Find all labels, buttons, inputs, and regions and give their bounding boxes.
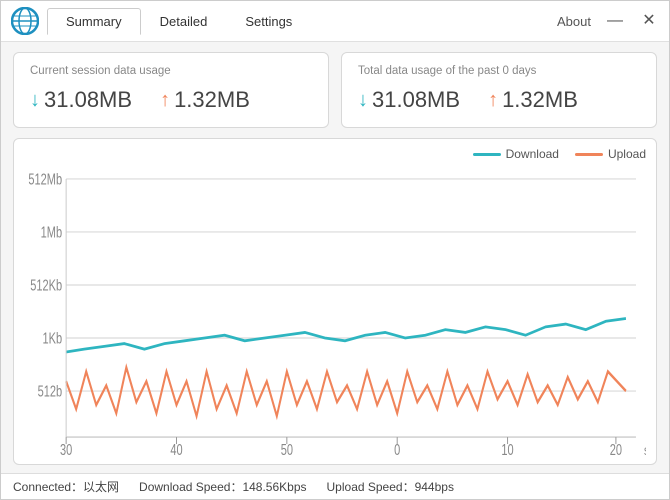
close-button[interactable]: ✕ xyxy=(639,13,659,29)
tab-settings[interactable]: Settings xyxy=(226,8,311,35)
session-data-card: Current session data usage ↓ 31.08MB ↑ 1… xyxy=(13,52,329,128)
cards-row: Current session data usage ↓ 31.08MB ↑ 1… xyxy=(13,52,657,128)
tabs: Summary Detailed Settings xyxy=(47,8,311,35)
app-icon xyxy=(11,7,39,35)
app-window: Summary Detailed Settings About — ✕ Curr… xyxy=(0,0,670,500)
chart-svg: 512Mb 1Mb 512Kb 1Kb 512b xyxy=(24,165,646,458)
svg-text:1Kb: 1Kb xyxy=(42,330,62,347)
total-download-value: 31.08MB xyxy=(372,87,460,113)
svg-text:50: 50 xyxy=(281,441,293,458)
session-upload: ↑ 1.32MB xyxy=(160,87,250,113)
svg-text:20: 20 xyxy=(610,441,622,458)
session-upload-value: 1.32MB xyxy=(174,87,250,113)
about-link[interactable]: About xyxy=(557,14,591,29)
chart-container: 512Mb 1Mb 512Kb 1Kb 512b xyxy=(24,165,646,458)
minimize-button[interactable]: — xyxy=(605,13,625,29)
svg-text:512Mb: 512Mb xyxy=(28,171,62,188)
chart-area: Download Upload 512Mb 1Mb 512Kb 1Kb 512b xyxy=(13,138,657,465)
tab-summary[interactable]: Summary xyxy=(47,8,141,35)
upload-arrow-icon: ↑ xyxy=(160,89,170,112)
legend-upload-line xyxy=(575,153,603,156)
legend-download-label: Download xyxy=(506,147,559,161)
total-download: ↓ 31.08MB xyxy=(358,87,460,113)
total-card-title: Total data usage of the past 0 days xyxy=(358,65,640,77)
download-arrow-icon: ↓ xyxy=(30,89,40,112)
status-connected: Connected：以太网 xyxy=(13,478,119,495)
svg-text:0: 0 xyxy=(394,441,400,458)
total-card-values: ↓ 31.08MB ↑ 1.32MB xyxy=(358,87,640,113)
session-download-value: 31.08MB xyxy=(44,87,132,113)
session-download: ↓ 31.08MB xyxy=(30,87,132,113)
total-upload: ↑ 1.32MB xyxy=(488,87,578,113)
total-data-card: Total data usage of the past 0 days ↓ 31… xyxy=(341,52,657,128)
title-bar: Summary Detailed Settings About — ✕ xyxy=(1,1,669,42)
status-download-speed: Download Speed：148.56Kbps xyxy=(139,478,306,495)
svg-text:1Mb: 1Mb xyxy=(41,224,62,241)
svg-text:512b: 512b xyxy=(38,383,63,400)
svg-text:10: 10 xyxy=(501,441,513,458)
main-content: Current session data usage ↓ 31.08MB ↑ 1… xyxy=(1,42,669,473)
chart-legend: Download Upload xyxy=(24,147,646,161)
svg-text:40: 40 xyxy=(170,441,182,458)
legend-upload: Upload xyxy=(575,147,646,161)
legend-download-line xyxy=(473,153,501,156)
session-card-title: Current session data usage xyxy=(30,65,312,77)
total-download-arrow-icon: ↓ xyxy=(358,89,368,112)
legend-upload-label: Upload xyxy=(608,147,646,161)
tab-detailed[interactable]: Detailed xyxy=(141,8,227,35)
svg-text:s: s xyxy=(644,443,646,458)
total-upload-value: 1.32MB xyxy=(502,87,578,113)
title-bar-right: About — ✕ xyxy=(557,13,659,29)
legend-download: Download xyxy=(473,147,559,161)
total-upload-arrow-icon: ↑ xyxy=(488,89,498,112)
download-line xyxy=(66,318,626,351)
svg-text:512Kb: 512Kb xyxy=(30,277,62,294)
status-bar: Connected：以太网 Download Speed：148.56Kbps … xyxy=(1,473,669,499)
session-card-values: ↓ 31.08MB ↑ 1.32MB xyxy=(30,87,312,113)
title-bar-left: Summary Detailed Settings xyxy=(11,7,311,35)
status-upload-speed: Upload Speed：944bps xyxy=(327,478,454,495)
svg-text:30: 30 xyxy=(60,441,72,458)
